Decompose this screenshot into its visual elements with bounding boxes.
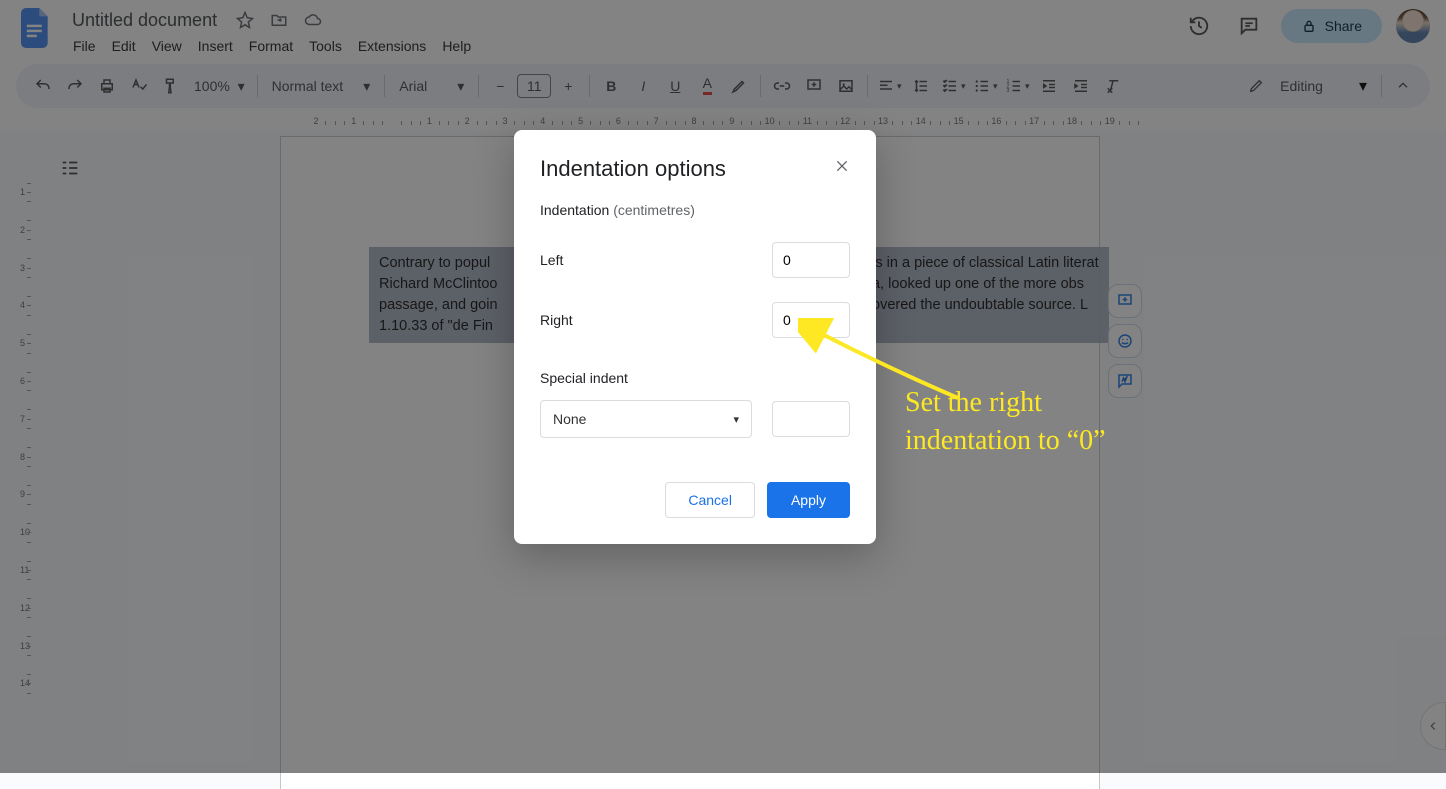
insert-link-button[interactable] — [767, 71, 797, 101]
menubar: File Edit View Insert Format Tools Exten… — [66, 34, 1171, 58]
close-icon[interactable] — [828, 152, 856, 180]
increase-indent-button[interactable] — [1066, 71, 1096, 101]
move-folder-icon[interactable] — [267, 8, 291, 32]
bulleted-list-button[interactable]: ▾ — [970, 71, 1000, 101]
add-comment-floater[interactable] — [1108, 284, 1142, 318]
menu-file[interactable]: File — [66, 34, 103, 58]
decrease-indent-button[interactable] — [1034, 71, 1064, 101]
comments-icon[interactable] — [1231, 8, 1267, 44]
print-button[interactable] — [92, 71, 122, 101]
highlight-button[interactable] — [724, 71, 754, 101]
zoom-dropdown[interactable]: 100% ▾ — [188, 78, 251, 95]
menu-insert[interactable]: Insert — [191, 34, 240, 58]
right-indent-label: Right — [540, 312, 573, 328]
indentation-section-label: Indentation (centimetres) — [540, 202, 850, 218]
outline-toggle-button[interactable] — [52, 150, 88, 186]
special-indent-amount-input[interactable] — [772, 401, 850, 437]
pencil-icon — [1248, 78, 1264, 94]
checklist-button[interactable]: ▾ — [938, 71, 968, 101]
indentation-options-dialog: Indentation options Indentation (centime… — [514, 130, 876, 544]
editing-mode-dropdown[interactable]: Editing ▾ — [1240, 76, 1375, 96]
menu-extensions[interactable]: Extensions — [351, 34, 433, 58]
text-color-button[interactable]: A — [692, 71, 722, 101]
apply-button[interactable]: Apply — [767, 482, 850, 518]
underline-button[interactable]: U — [660, 71, 690, 101]
add-comment-button[interactable] — [799, 71, 829, 101]
italic-button[interactable]: I — [628, 71, 658, 101]
share-button[interactable]: Share — [1281, 9, 1382, 43]
share-label: Share — [1325, 18, 1362, 34]
docs-logo-icon[interactable] — [16, 8, 56, 48]
user-avatar[interactable] — [1396, 9, 1430, 43]
font-size-input[interactable] — [517, 74, 551, 98]
redo-button[interactable] — [60, 71, 90, 101]
spellcheck-button[interactable] — [124, 71, 154, 101]
left-indent-input[interactable] — [772, 242, 850, 278]
history-icon[interactable] — [1181, 8, 1217, 44]
font-size-decrease[interactable]: − — [485, 71, 515, 101]
menu-view[interactable]: View — [145, 34, 189, 58]
line-spacing-dropdown[interactable] — [906, 71, 936, 101]
suggest-edit-floater[interactable] — [1108, 364, 1142, 398]
lock-icon — [1301, 18, 1317, 34]
font-dropdown[interactable]: Arial▾ — [391, 78, 472, 95]
clear-formatting-button[interactable] — [1098, 71, 1128, 101]
star-icon[interactable] — [233, 8, 257, 32]
menu-edit[interactable]: Edit — [105, 34, 143, 58]
left-indent-label: Left — [540, 252, 563, 268]
paragraph-style-dropdown[interactable]: Normal text▾ — [264, 78, 379, 95]
insert-image-button[interactable] — [831, 71, 861, 101]
undo-button[interactable] — [28, 71, 58, 101]
special-indent-label: Special indent — [540, 370, 850, 386]
paint-format-button[interactable] — [156, 71, 186, 101]
collapse-toolbar-button[interactable] — [1388, 71, 1418, 101]
vertical-ruler[interactable]: 1234567891011121314 — [0, 132, 36, 789]
comment-toolbar — [1108, 284, 1142, 398]
annotation-text: Set the right indentation to “0” — [905, 384, 1106, 460]
menu-tools[interactable]: Tools — [302, 34, 349, 58]
dialog-title: Indentation options — [540, 156, 850, 182]
cancel-button[interactable]: Cancel — [665, 482, 755, 518]
bold-button[interactable]: B — [596, 71, 626, 101]
svg-text:3: 3 — [1007, 88, 1010, 94]
special-indent-dropdown[interactable]: None ▾ — [540, 400, 752, 438]
toolbar: 100% ▾ Normal text▾ Arial▾ − + B I U A ▾… — [16, 64, 1430, 108]
add-emoji-floater[interactable] — [1108, 324, 1142, 358]
right-indent-input[interactable] — [772, 302, 850, 338]
numbered-list-button[interactable]: 123▾ — [1002, 71, 1032, 101]
document-title[interactable]: Untitled document — [66, 8, 223, 33]
font-size-increase[interactable]: + — [553, 71, 583, 101]
menu-help[interactable]: Help — [435, 34, 478, 58]
align-dropdown[interactable]: ▾ — [874, 71, 904, 101]
app-header: Untitled document File Edit View Insert … — [0, 0, 1446, 58]
menu-format[interactable]: Format — [242, 34, 300, 58]
cloud-status-icon[interactable] — [301, 8, 325, 32]
